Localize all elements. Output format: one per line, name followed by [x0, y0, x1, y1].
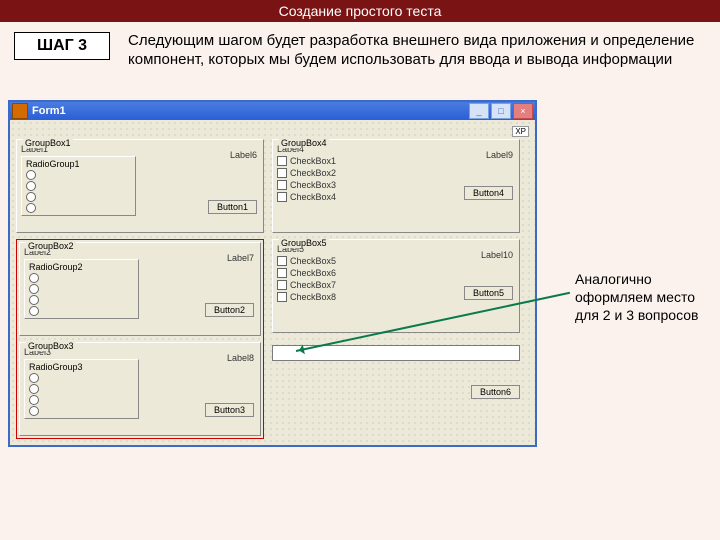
label10: Label10 — [481, 250, 513, 260]
groupbox1[interactable]: GroupBox1 Label1 RadioGroup1 — [16, 139, 264, 233]
button6[interactable]: Button6 — [471, 385, 520, 399]
checkbox1[interactable]: CheckBox1 — [277, 156, 392, 166]
groupbox2-caption: GroupBox2 — [26, 241, 76, 251]
checkbox2[interactable]: CheckBox2 — [277, 168, 392, 178]
step-badge: ШАГ 3 — [14, 32, 110, 60]
checkbox4[interactable]: CheckBox4 — [277, 192, 392, 202]
close-button[interactable]: × — [513, 103, 533, 119]
checkbox5[interactable]: CheckBox5 — [277, 256, 392, 266]
groupbox2[interactable]: GroupBox2 Label2 RadioGroup2 — [19, 242, 261, 336]
minimize-button[interactable]: _ — [469, 103, 489, 119]
radiogroup3-caption: RadioGroup3 — [29, 362, 134, 372]
checkbox6[interactable]: CheckBox6 — [277, 268, 392, 278]
button1[interactable]: Button1 — [208, 200, 257, 214]
groupbox4[interactable]: GroupBox4 Label4 CheckBox1 CheckBox2 Che… — [272, 139, 520, 233]
radio-item[interactable] — [29, 295, 134, 305]
button2[interactable]: Button2 — [205, 303, 254, 317]
groupbox5[interactable]: GroupBox5 Label5 CheckBox5 CheckBox6 Che… — [272, 239, 520, 333]
bottom-panel — [272, 345, 520, 361]
slide: Создание простого теста ШАГ 3 Следующим … — [0, 0, 720, 540]
button5[interactable]: Button5 — [464, 286, 513, 300]
button4[interactable]: Button4 — [464, 186, 513, 200]
radiogroup1-caption: RadioGroup1 — [26, 159, 131, 169]
radio-item[interactable] — [29, 373, 134, 383]
form-client-area: XP GroupBox1 Label1 RadioGroup1 — [10, 120, 535, 445]
annotation-text: Аналогично оформляем место для 2 и 3 воп… — [575, 270, 705, 325]
maximize-button[interactable]: □ — [491, 103, 511, 119]
xp-manifest-indicator: XP — [512, 126, 529, 137]
groupbox3-caption: GroupBox3 — [26, 341, 76, 351]
app-icon — [12, 103, 28, 119]
groupbox1-caption: GroupBox1 — [23, 138, 73, 148]
groupbox5-caption: GroupBox5 — [279, 238, 329, 248]
groupbox4-caption: GroupBox4 — [279, 138, 329, 148]
radio-item[interactable] — [29, 306, 134, 316]
radio-item[interactable] — [26, 170, 131, 180]
header: ШАГ 3 Следующим шагом будет разработка в… — [0, 22, 720, 76]
slide-title: Создание простого теста — [0, 0, 720, 22]
checkbox8[interactable]: CheckBox8 — [277, 292, 392, 302]
delphi-window: Form1 _ □ × XP GroupBox1 Label1 — [8, 100, 537, 447]
window-titlebar: Form1 _ □ × — [10, 102, 535, 120]
radio-item[interactable] — [26, 192, 131, 202]
window-title: Form1 — [32, 105, 467, 117]
radiogroup2[interactable]: RadioGroup2 — [24, 259, 139, 319]
label7: Label7 — [227, 253, 254, 263]
radio-item[interactable] — [26, 203, 131, 213]
highlight-box: GroupBox2 Label2 RadioGroup2 — [16, 239, 264, 439]
radio-item[interactable] — [29, 284, 134, 294]
edit-field[interactable] — [272, 345, 520, 361]
label6: Label6 — [230, 150, 257, 160]
checkbox3[interactable]: CheckBox3 — [277, 180, 392, 190]
radio-item[interactable] — [29, 384, 134, 394]
radiogroup3[interactable]: RadioGroup3 — [24, 359, 139, 419]
radio-item[interactable] — [29, 406, 134, 416]
radio-item[interactable] — [26, 181, 131, 191]
label8: Label8 — [227, 353, 254, 363]
groupbox3[interactable]: GroupBox3 Label3 RadioGroup3 — [19, 342, 261, 436]
description-text: Следующим шагом будет разработка внешнег… — [128, 32, 706, 70]
button3[interactable]: Button3 — [205, 403, 254, 417]
radio-item[interactable] — [29, 273, 134, 283]
label9: Label9 — [486, 150, 513, 160]
radiogroup2-caption: RadioGroup2 — [29, 262, 134, 272]
radio-item[interactable] — [29, 395, 134, 405]
form-designer-screenshot: Form1 _ □ × XP GroupBox1 Label1 — [8, 100, 537, 447]
checkbox7[interactable]: CheckBox7 — [277, 280, 392, 290]
radiogroup1[interactable]: RadioGroup1 — [21, 156, 136, 216]
